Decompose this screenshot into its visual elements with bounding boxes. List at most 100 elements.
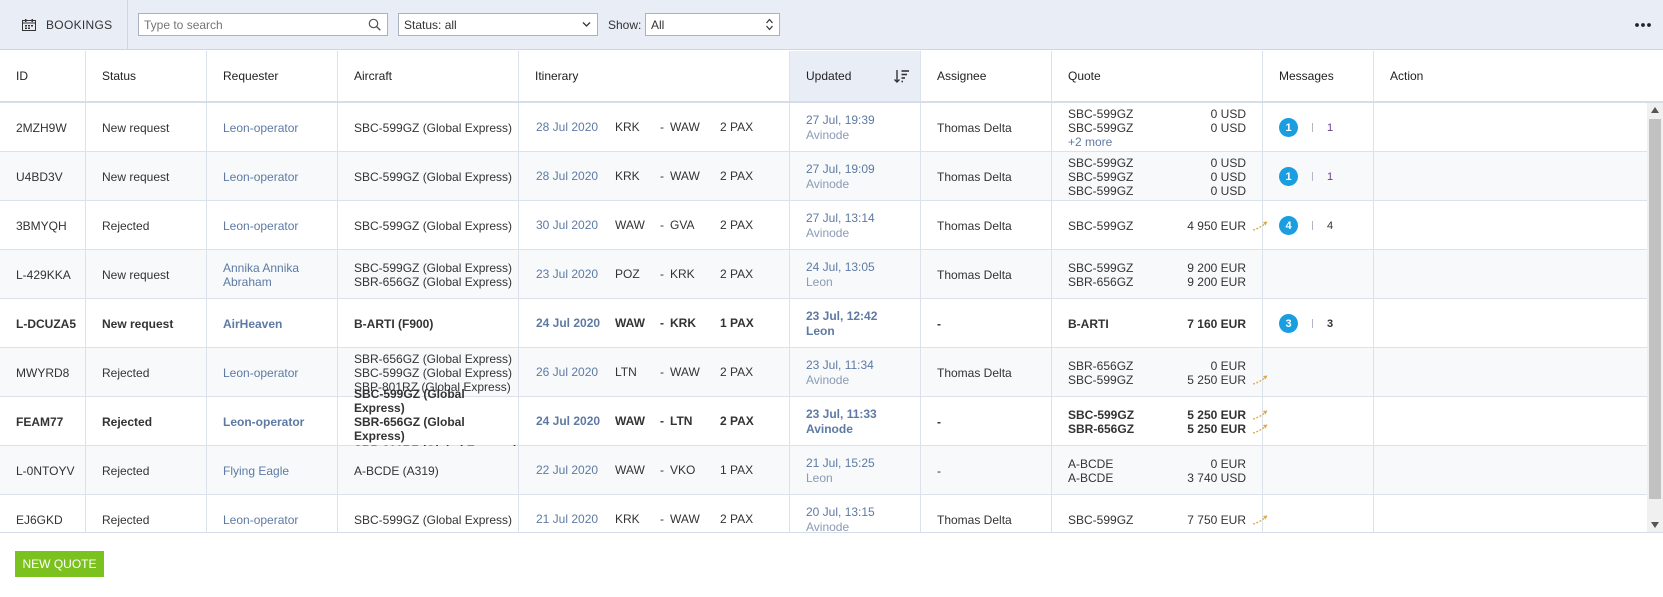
aircraft-lines: SBC-599GZ (Global Express) SBR-656GZ (Glo… — [354, 261, 512, 289]
scroll-up-icon[interactable] — [1651, 107, 1659, 113]
requester-link[interactable]: Flying Eagle — [223, 464, 289, 478]
booking-id[interactable]: U4BD3V — [16, 170, 63, 184]
new-quote-button[interactable]: NEW QUOTE — [15, 551, 104, 577]
booking-id[interactable]: EJ6GKD — [16, 513, 63, 527]
booking-id[interactable]: 3BMYQH — [16, 219, 67, 233]
cell-itinerary: 22 Jul 2020 WAW - VKO 1 PAX — [519, 446, 790, 495]
quote-line[interactable]: SBC-599GZ 9 200 EUR — [1068, 261, 1246, 275]
assignee-name: - — [937, 463, 941, 478]
table-row[interactable]: 2MZH9W New request Leon-operator SBC-599GZ … — [0, 103, 1647, 152]
requester-link[interactable]: Leon-operator — [223, 121, 298, 135]
itinerary-date[interactable]: 26 Jul 2020 — [536, 365, 598, 379]
table-row[interactable]: L-0NTOYV Rejected Flying Eagle A-BCDE (A319… — [0, 446, 1647, 495]
column-header-status[interactable]: Status — [86, 51, 207, 101]
quote-line[interactable]: SBC-599GZ 0 USD — [1068, 156, 1246, 170]
table-row[interactable]: FEAM77 Rejected Leon-operator SBC-599GZ (Gl… — [0, 387, 1647, 457]
quote-line[interactable]: B-ARTI 7 160 EUR — [1068, 317, 1246, 331]
booking-id[interactable]: L-DCUZA5 — [16, 317, 76, 331]
cell-action — [1374, 348, 1647, 397]
booking-id[interactable]: 2MZH9W — [16, 121, 67, 135]
table-row[interactable]: U4BD3V New request Leon-operator SBC-599GZ … — [0, 152, 1647, 201]
messages-indicator[interactable]: 33 — [1279, 314, 1333, 333]
cell-status: Rejected — [86, 201, 207, 250]
cell-id: L-0NTOYV — [0, 446, 86, 495]
cell-action — [1374, 446, 1647, 495]
itinerary-dash: - — [660, 512, 664, 526]
booking-id[interactable]: L-0NTOYV — [16, 464, 74, 478]
column-header-updated[interactable]: Updated — [790, 51, 921, 101]
quote-line[interactable]: SBR-656GZ 9 200 EUR — [1068, 275, 1246, 289]
column-header-itinerary[interactable]: Itinerary — [519, 51, 790, 101]
quote-line[interactable]: SBC-599GZ 5 250 EUR — [1068, 408, 1268, 422]
quote-line[interactable]: A-BCDE 0 EUR — [1068, 457, 1246, 471]
quote-line[interactable]: SBC-599GZ 5 250 EUR — [1068, 373, 1268, 387]
updated-source: Avinode — [806, 127, 850, 142]
messages-indicator[interactable]: 11 — [1279, 118, 1333, 137]
table-row[interactable]: 3BMYQH Rejected Leon-operator SBC-599GZ (Gl… — [0, 201, 1647, 250]
itinerary-date[interactable]: 22 Jul 2020 — [536, 463, 598, 477]
scrollbar-thumb[interactable] — [1649, 119, 1661, 499]
scroll-down-icon[interactable] — [1651, 522, 1659, 528]
quote-line[interactable]: SBC-599GZ 4 950 EUR — [1068, 219, 1268, 233]
itinerary-date[interactable]: 23 Jul 2020 — [536, 267, 598, 281]
updated-source: Avinode — [806, 372, 850, 387]
column-header-requester[interactable]: Requester — [207, 51, 338, 101]
itinerary-dash: - — [660, 414, 664, 428]
requester-link[interactable]: Abraham — [223, 275, 299, 289]
booking-id[interactable]: L-429KKA — [16, 268, 71, 282]
column-header-aircraft[interactable]: Aircraft — [338, 51, 519, 101]
table-row[interactable]: MWYRD8 Rejected Leon-operator SBR-656GZ (Gl… — [0, 348, 1647, 397]
aircraft-lines: SBC-599GZ (Global Express) — [354, 121, 512, 135]
itinerary-date[interactable]: 24 Jul 2020 — [536, 316, 600, 330]
section-brand[interactable]: BOOKINGS — [0, 0, 128, 50]
booking-id[interactable]: FEAM77 — [16, 415, 63, 429]
table-row[interactable]: L-429KKA New request Annika Annika Abraham S… — [0, 250, 1647, 299]
quote-line[interactable]: SBC-599GZ 0 USD — [1068, 121, 1246, 135]
quote-line[interactable]: SBC-599GZ 7 750 EUR — [1068, 513, 1268, 527]
quote-lines: SBC-599GZ 9 200 EUR SBR-656GZ 9 200 EUR — [1068, 261, 1246, 289]
requester-link[interactable]: Leon-operator — [223, 366, 298, 380]
column-header-action[interactable]: Action — [1374, 51, 1663, 101]
messages-indicator[interactable]: 11 — [1279, 167, 1333, 186]
requester-link[interactable]: AirHeaven — [223, 317, 282, 331]
itinerary-date[interactable]: 28 Jul 2020 — [536, 120, 598, 134]
vertical-scrollbar[interactable] — [1647, 103, 1663, 532]
column-header-id[interactable]: ID — [0, 51, 86, 101]
quote-line[interactable]: SBC-599GZ 0 USD — [1068, 107, 1246, 121]
table-row[interactable]: L-DCUZA5 New request AirHeaven B-ARTI (F900… — [0, 299, 1647, 348]
sort-desc-icon[interactable] — [894, 68, 910, 84]
column-header-quote[interactable]: Quote — [1052, 51, 1263, 101]
quote-line[interactable]: SBR-656GZ 0 EUR — [1068, 359, 1246, 373]
column-header-assignee[interactable]: Assignee — [921, 51, 1052, 101]
itinerary-date[interactable]: 28 Jul 2020 — [536, 169, 598, 183]
table-row[interactable]: EJ6GKD Rejected Leon-operator SBC-599GZ (Gl… — [0, 495, 1647, 532]
quote-price: 5 250 EUR — [1187, 421, 1246, 436]
itinerary-date[interactable]: 21 Jul 2020 — [536, 512, 598, 526]
quote-line[interactable]: A-BCDE 3 740 USD — [1068, 471, 1246, 485]
cell-requester: Leon-operator — [207, 495, 338, 532]
quote-line[interactable]: SBC-599GZ 0 USD — [1068, 184, 1246, 198]
updated-time: 23 Jul, 11:33 — [806, 406, 877, 421]
column-header-messages[interactable]: Messages — [1263, 51, 1374, 101]
requester-link[interactable]: Leon-operator — [223, 513, 298, 527]
quote-line[interactable]: SBR-656GZ 5 250 EUR — [1068, 421, 1268, 436]
requester-link[interactable]: Annika Annika — [223, 261, 299, 275]
messages-indicator[interactable]: 44 — [1279, 216, 1333, 235]
cell-id: 3BMYQH — [0, 201, 86, 250]
status-text: New request — [102, 267, 170, 282]
requester-lines: Annika Annika Abraham — [223, 261, 299, 289]
quote-line[interactable]: SBC-599GZ 0 USD — [1068, 170, 1246, 184]
booking-id[interactable]: MWYRD8 — [16, 366, 69, 380]
itinerary-date[interactable]: 30 Jul 2020 — [536, 218, 598, 232]
search-icon[interactable] — [368, 18, 381, 31]
more-quotes-link[interactable]: +2 more — [1068, 135, 1246, 149]
more-horizontal-icon[interactable] — [1633, 17, 1653, 33]
search-input[interactable] — [139, 14, 359, 35]
requester-link[interactable]: Leon-operator — [223, 219, 298, 233]
quote-lines: SBC-599GZ 7 750 EUR — [1068, 513, 1268, 527]
itinerary-date[interactable]: 24 Jul 2020 — [536, 414, 600, 428]
requester-link[interactable]: Leon-operator — [223, 415, 304, 429]
status-filter-select[interactable]: Status: all — [398, 13, 598, 36]
show-select[interactable]: All — [645, 13, 780, 36]
requester-link[interactable]: Leon-operator — [223, 170, 298, 184]
